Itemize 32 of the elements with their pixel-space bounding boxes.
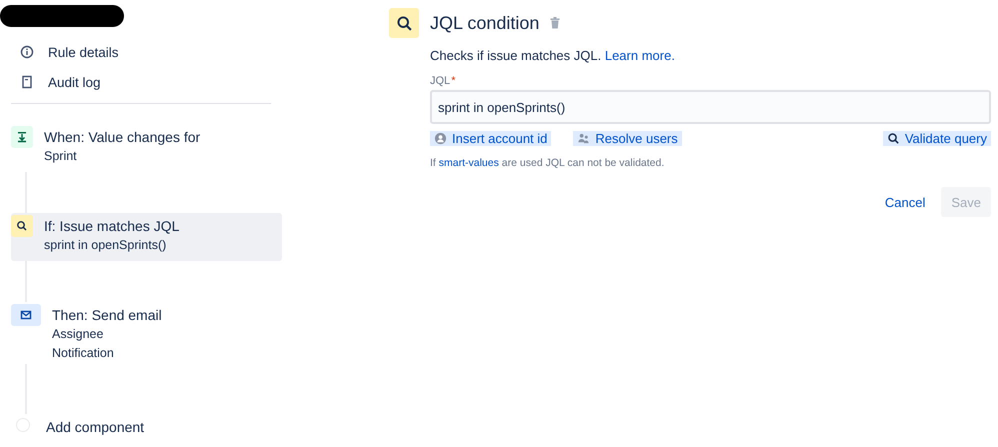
download-icon xyxy=(11,126,33,148)
trash-icon[interactable] xyxy=(550,17,560,29)
form-button[interactable]: Cancel xyxy=(874,187,936,217)
jql-input-field[interactable]: sprint in openSprints() xyxy=(430,90,991,124)
step-title: If: Issue matches JQL xyxy=(44,217,180,235)
user-icon xyxy=(434,132,447,145)
hint-text: If smart-values are used JQL can not be validated. xyxy=(430,157,666,169)
search-icon xyxy=(389,8,419,38)
action-link[interactable]: Insert account id xyxy=(430,131,552,146)
action-link[interactable]: Validate query xyxy=(882,131,991,146)
sidebar-link[interactable]: Rule details xyxy=(11,37,282,67)
learn-more-link[interactable]: Learn more. xyxy=(604,48,675,63)
step-title: Add component xyxy=(46,418,144,436)
people-icon xyxy=(577,132,590,145)
sidebar-link[interactable]: Audit log xyxy=(11,67,282,97)
panel-title: JQL condition xyxy=(430,12,540,34)
field-label: JQL* xyxy=(430,75,456,87)
search-icon xyxy=(11,215,33,237)
step-title: Then: Send email xyxy=(52,306,162,324)
info-icon xyxy=(20,45,34,59)
mail-icon xyxy=(11,304,41,326)
step-detail: Notification xyxy=(52,345,115,362)
description-text: Checks if issue matches JQL. Learn more. xyxy=(430,48,676,63)
step-title: When: Value changes for xyxy=(44,128,200,146)
rule-step[interactable]: If: Issue matches JQL sprint in openSprints() xyxy=(11,213,282,261)
step-detail: Sprint xyxy=(44,148,78,165)
step-detail: sprint in openSprints() xyxy=(44,237,168,254)
action-link[interactable]: Resolve users xyxy=(573,131,682,146)
step-detail: Assignee xyxy=(52,326,104,343)
document-icon xyxy=(20,75,34,89)
smart-values-link[interactable]: smart-values xyxy=(438,157,499,169)
search-icon xyxy=(886,132,900,145)
